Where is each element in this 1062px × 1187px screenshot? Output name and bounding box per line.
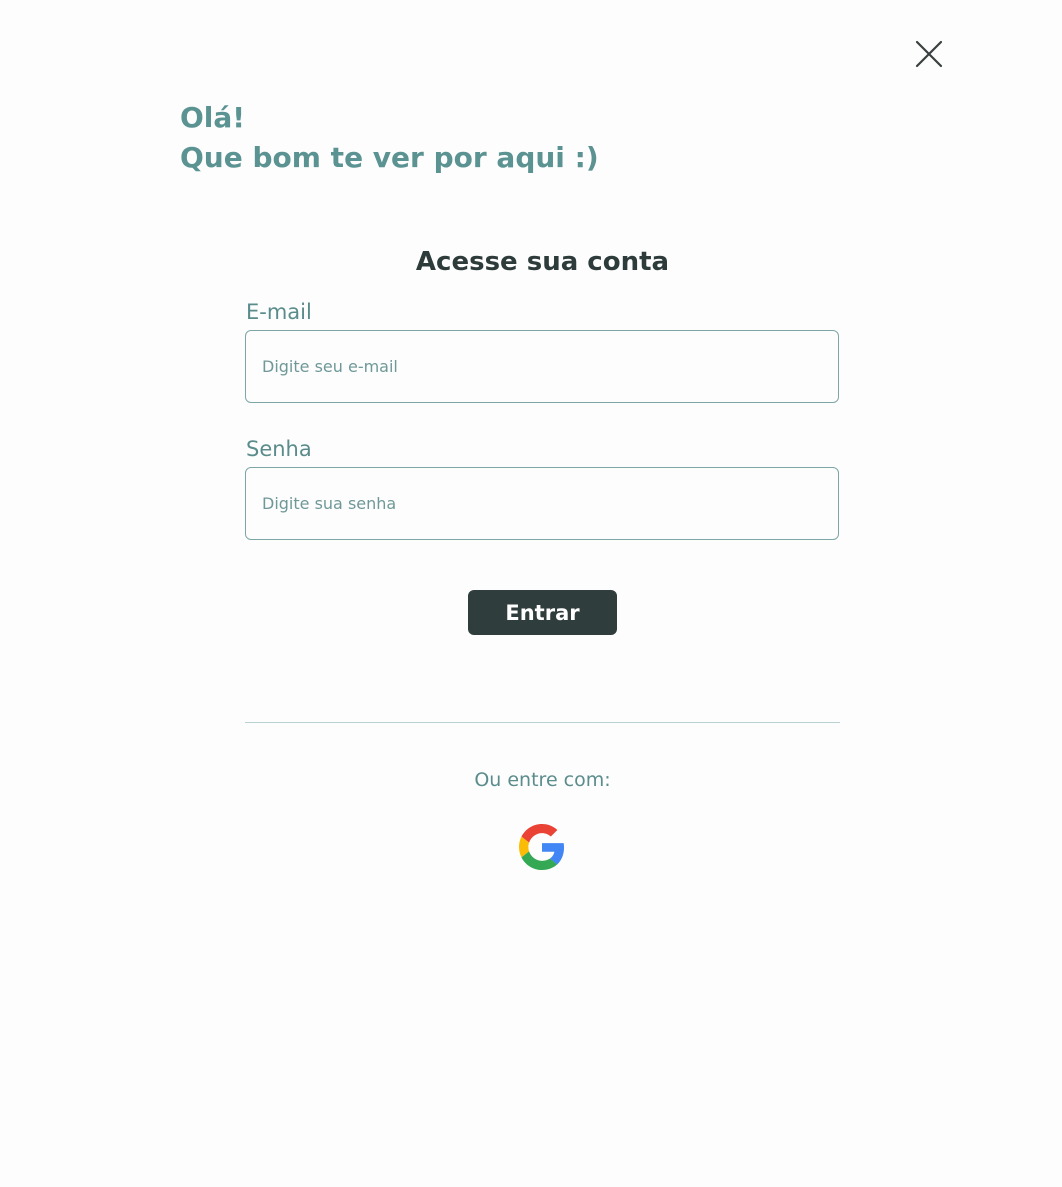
google-login-button[interactable] (517, 822, 567, 872)
greeting: Olá! Que bom te ver por aqui :) (180, 98, 599, 178)
social-login-label: Ou entre com: (474, 769, 611, 791)
password-label: Senha (246, 437, 312, 461)
greeting-line-1: Olá! (180, 101, 246, 134)
login-button[interactable]: Entrar (468, 590, 617, 635)
password-field[interactable] (245, 467, 839, 540)
close-icon (915, 40, 943, 68)
google-icon (519, 824, 565, 870)
close-button[interactable] (910, 36, 948, 72)
email-field[interactable] (245, 330, 839, 403)
email-label: E-mail (246, 300, 312, 324)
divider (245, 722, 840, 723)
greeting-line-2: Que bom te ver por aqui :) (180, 141, 599, 174)
login-title: Acesse sua conta (415, 247, 670, 277)
